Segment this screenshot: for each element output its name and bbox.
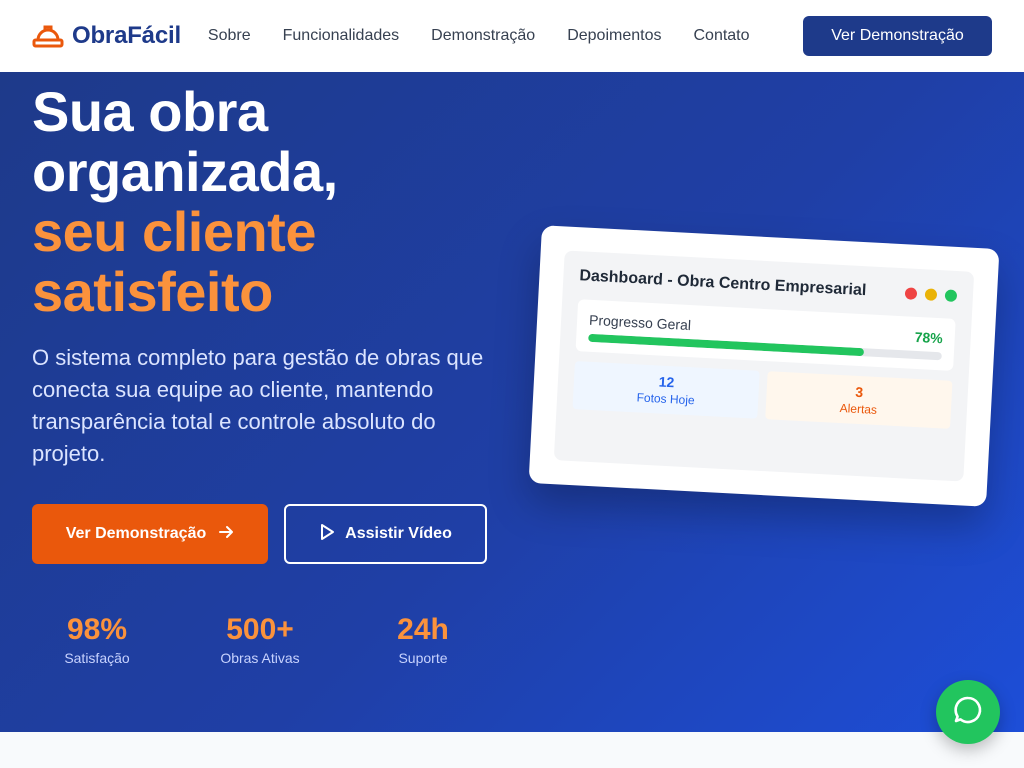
stat-label: Suporte	[398, 650, 448, 666]
play-icon	[319, 523, 335, 546]
hero-title: Sua obra organizada, seu cliente satisfe…	[32, 82, 338, 322]
progress-value: 78%	[914, 328, 944, 347]
progress-panel: Progresso Geral 78%	[575, 299, 956, 371]
metric-row: 12 Fotos Hoje 3 Alertas	[572, 361, 953, 429]
stat-value: 24h	[397, 613, 449, 646]
stats-row: 98% Satisfação 500+ Obras Ativas 24h Sup…	[32, 612, 488, 666]
stat-value: 98%	[66, 613, 128, 646]
nav-depoimentos[interactable]: Depoimentos	[567, 27, 661, 45]
chat-bubble-icon	[952, 694, 984, 731]
nav-sobre[interactable]: Sobre	[208, 27, 251, 45]
arrow-right-icon	[218, 524, 234, 545]
hero-title-line: organizada,	[32, 140, 338, 203]
progress-label: Progresso Geral	[588, 311, 692, 334]
stat-label: Obras Ativas	[220, 650, 300, 666]
yellow-dot-icon	[924, 288, 938, 301]
logo[interactable]: ObraFácil	[32, 22, 181, 50]
next-section	[0, 732, 1024, 768]
green-dot-icon	[944, 289, 958, 302]
demo-button-label: Ver Demonstração	[65, 525, 207, 542]
hard-hat-icon	[32, 23, 64, 49]
hero-title-line: Sua obra	[32, 80, 268, 143]
stat-value: 500+	[226, 613, 294, 646]
main-nav: Sobre Funcionalidades Demonstração Depoi…	[208, 27, 750, 45]
alerts-metric: 3 Alertas	[765, 371, 953, 429]
dashboard-preview-card: Dashboard - Obra Centro Empresarial Prog…	[528, 225, 1000, 507]
nav-funcionalidades[interactable]: Funcionalidades	[283, 27, 400, 45]
hero-title-accent: satisfeito	[32, 260, 273, 323]
watch-video-button[interactable]: Assistir Vídeo	[284, 504, 487, 564]
hero-subtitle: O sistema completo para gestão de obras …	[32, 345, 484, 466]
photos-metric: 12 Fotos Hoje	[572, 361, 760, 419]
demo-button[interactable]: Ver Demonstração	[32, 504, 268, 564]
stat-label: Satisfação	[64, 650, 130, 666]
dashboard-preview: Dashboard - Obra Centro Empresarial Prog…	[553, 250, 975, 482]
dashboard-title: Dashboard - Obra Centro Empresarial	[579, 267, 867, 300]
stat-item: 24h Suporte	[358, 612, 488, 666]
header-demo-button[interactable]: Ver Demonstração	[803, 16, 992, 56]
watch-video-label: Assistir Vídeo	[345, 525, 452, 542]
window-dots	[904, 287, 958, 302]
red-dot-icon	[904, 287, 918, 300]
hero-section: Sua obra organizada, seu cliente satisfe…	[0, 72, 1024, 732]
nav-contato[interactable]: Contato	[693, 27, 749, 45]
whatsapp-button[interactable]	[936, 680, 1000, 744]
dashboard-header: Dashboard - Obra Centro Empresarial	[579, 267, 958, 305]
logo-text: ObraFácil	[72, 22, 181, 49]
nav-demonstracao[interactable]: Demonstração	[431, 27, 535, 45]
stat-item: 98% Satisfação	[32, 612, 162, 666]
stat-item: 500+ Obras Ativas	[162, 612, 358, 666]
hero-title-accent: seu cliente	[32, 200, 316, 263]
site-header: ObraFácil Sobre Funcionalidades Demonstr…	[0, 0, 1024, 72]
